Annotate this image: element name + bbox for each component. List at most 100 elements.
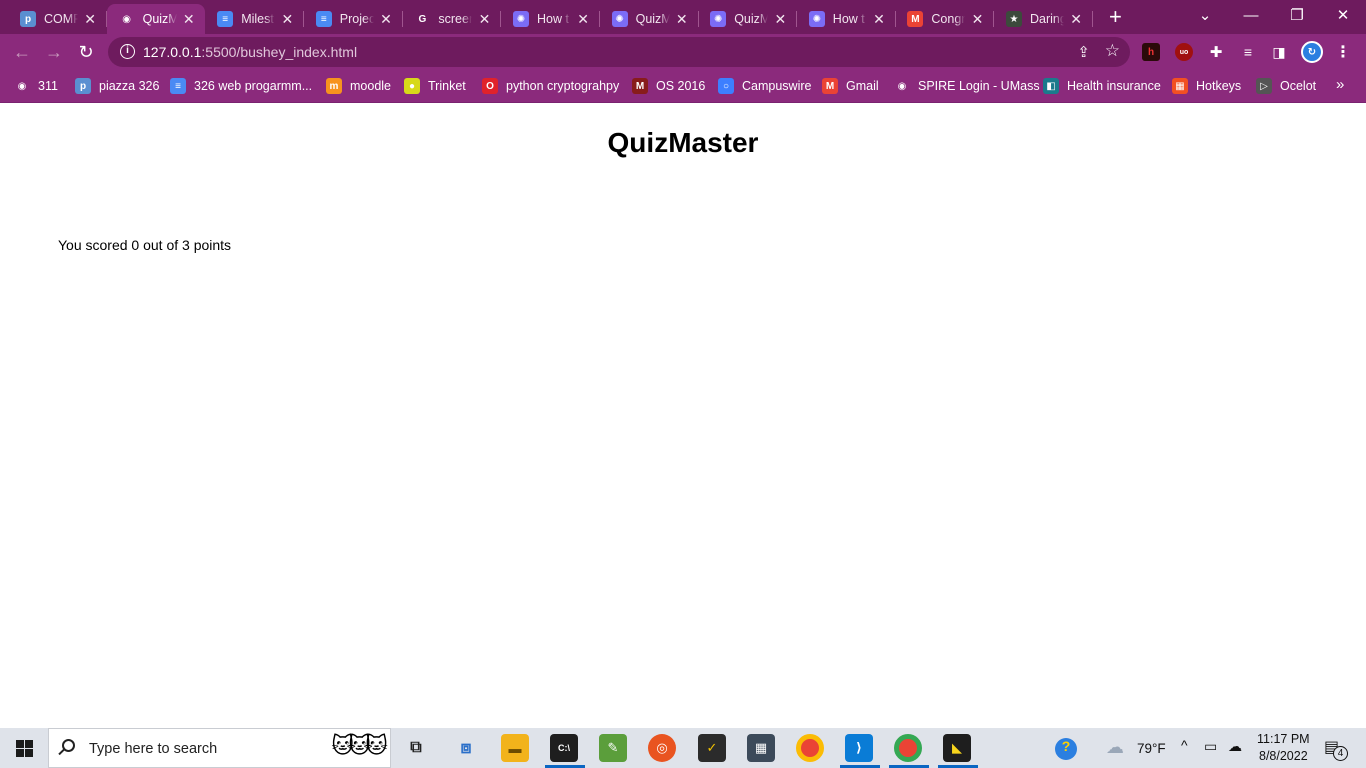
weather-temp[interactable]: 79°F	[1137, 741, 1166, 756]
browser-tab[interactable]: ✺ How t ✕	[797, 4, 896, 34]
onedrive-cloud-icon[interactable]: ☁	[1228, 738, 1242, 755]
maximize-button[interactable]: ❐	[1274, 0, 1320, 30]
browser-tab[interactable]: ✺ QuizM ✕	[600, 4, 699, 34]
tab-title: QuizM	[635, 12, 670, 26]
bookmark-item[interactable]: M Gmail	[822, 77, 879, 95]
bookmarks-overflow-icon[interactable]: »	[1336, 76, 1344, 93]
side-panel-icon[interactable]: ◨	[1270, 43, 1288, 61]
network-app-icon[interactable]: ⧈	[452, 734, 480, 762]
browser-tab[interactable]: ◉ QuizM ✕	[106, 4, 205, 34]
star-badge-icon: ★	[1006, 11, 1022, 27]
tab-title: Milest	[241, 12, 274, 26]
opera-icon: O	[482, 78, 498, 94]
bookmark-item[interactable]: ▦ Hotkeys	[1172, 77, 1241, 95]
close-tab-icon[interactable]: ✕	[380, 11, 392, 27]
browser-tab[interactable]: M Congr ✕	[895, 4, 995, 34]
ublock-extension-icon[interactable]: uo	[1175, 43, 1193, 61]
bookmark-item[interactable]: ◉ SPIRE Login - UMass	[894, 77, 1040, 95]
close-tab-icon[interactable]: ✕	[281, 11, 293, 27]
address-bar[interactable]: i 127.0.0.1:5500/bushey_index.html ⇪ ☆	[108, 37, 1130, 67]
menu-kebab-icon[interactable]: ⋮	[1334, 43, 1352, 61]
url-host: 127.0.0.1	[143, 44, 202, 60]
browser-tab[interactable]: ★ Daring ✕	[994, 4, 1093, 34]
close-tab-icon[interactable]: ✕	[84, 11, 96, 27]
close-tab-icon[interactable]: ✕	[774, 11, 786, 27]
bookmark-star-icon[interactable]: ☆	[1105, 41, 1120, 61]
bookmark-item[interactable]: ○ Campuswire	[718, 77, 811, 95]
chevron-up-icon[interactable]: ^	[1181, 737, 1188, 753]
norton-icon[interactable]: ✓	[698, 734, 726, 762]
profile-avatar[interactable]: ↻	[1301, 41, 1323, 63]
tab-title: QuizM	[142, 12, 177, 26]
forward-button[interactable]: →	[42, 40, 66, 64]
bookmark-item[interactable]: ◧ Health insurance	[1043, 77, 1161, 95]
globe-icon: ◉	[122, 13, 131, 25]
piazza-icon: p	[20, 11, 36, 27]
tab-search-icon[interactable]: ⌄	[1182, 0, 1228, 30]
new-tab-button[interactable]: +	[1109, 6, 1122, 28]
windows-taskbar: Type here to search 🐱🐱🐱 ⧉ ⧈ ▬ C:\ ✎ ◎ ✓ …	[0, 728, 1366, 768]
close-tab-icon[interactable]: ✕	[577, 11, 589, 27]
extensions-puzzle-icon[interactable]: ✚	[1207, 43, 1225, 61]
site-info-icon[interactable]: i	[120, 44, 135, 59]
close-tab-icon[interactable]: ✕	[183, 11, 195, 27]
bookmark-label: Gmail	[846, 79, 879, 93]
windows-start-icon[interactable]	[16, 740, 33, 757]
bookmark-label: moodle	[350, 79, 391, 93]
calculator-icon[interactable]: ▦	[747, 734, 775, 762]
close-window-button[interactable]: ✕	[1320, 0, 1366, 30]
docs-icon: ≡	[170, 78, 186, 94]
browser-tab[interactable]: ≡ Projec ✕	[304, 4, 403, 34]
battery-icon[interactable]: ▭	[1204, 738, 1217, 755]
file-explorer-icon[interactable]: ▬	[501, 734, 529, 762]
task-view-icon[interactable]: ⧉	[402, 734, 430, 762]
score-text: You scored 0 out of 3 points	[58, 237, 232, 253]
vscode-icon[interactable]: ⟩	[845, 734, 873, 762]
help-icon[interactable]: ?	[1055, 738, 1077, 760]
notepad-plus-icon[interactable]: ✎	[599, 734, 627, 762]
browser-tab[interactable]: ✺ QuizM ✕	[698, 4, 798, 34]
browser-toolbar: ← → ↻ i 127.0.0.1:5500/bushey_index.html…	[0, 34, 1366, 70]
bookmark-item[interactable]: ● Trinket	[404, 77, 466, 95]
back-button[interactable]: ←	[10, 40, 34, 64]
close-tab-icon[interactable]: ✕	[873, 11, 885, 27]
piazza-icon: p	[75, 78, 91, 94]
reload-button[interactable]: ↻	[74, 40, 98, 64]
terminal-icon[interactable]: C:\	[550, 734, 578, 762]
reading-list-icon[interactable]: ≡	[1239, 43, 1257, 61]
docs-icon: ≡	[217, 11, 234, 27]
browser-tab[interactable]: Gscreen ✕	[402, 4, 502, 34]
browser-tab[interactable]: p COMP ✕	[8, 4, 107, 34]
bookmark-item[interactable]: ▷ Ocelot	[1256, 77, 1316, 95]
bookmark-item[interactable]: p piazza 326	[75, 77, 159, 95]
bookmark-item[interactable]: ◉ 311	[14, 77, 58, 95]
close-tab-icon[interactable]: ✕	[972, 11, 984, 27]
bookmark-item[interactable]: Opython cryptograhpy	[482, 77, 619, 95]
close-tab-icon[interactable]: ✕	[1070, 11, 1082, 27]
chrome-profile-icon[interactable]	[894, 734, 922, 762]
clock-time[interactable]: 11:17 PM	[1257, 732, 1310, 746]
ubuntu-icon[interactable]: ◎	[648, 734, 676, 762]
honey-extension-icon[interactable]: h	[1142, 43, 1160, 61]
bookmark-item[interactable]: ≡ 326 web progarmm...	[170, 77, 312, 95]
bookmark-item[interactable]: M OS 2016	[632, 77, 705, 95]
share-icon[interactable]: ⇪	[1077, 43, 1090, 61]
tab-divider	[1092, 11, 1093, 27]
tab-title: Projec	[339, 12, 374, 26]
tab-title: Congr	[931, 12, 966, 26]
weather-cloud-icon[interactable]: ☁	[1106, 737, 1124, 758]
campuswire-icon: ○	[718, 78, 734, 94]
chrome-icon[interactable]	[796, 734, 824, 762]
search-highlight-cats-icon[interactable]: 🐱🐱🐱	[331, 733, 388, 759]
bookmark-label: 326 web progarmm...	[194, 79, 313, 93]
taskbar-search-box[interactable]: Type here to search 🐱🐱🐱	[48, 728, 391, 768]
address-url[interactable]: 127.0.0.1:5500/bushey_index.html	[143, 44, 357, 60]
browser-tab[interactable]: ≡ Milest ✕	[205, 4, 305, 34]
bookmark-item[interactable]: m moodle	[326, 77, 391, 95]
browser-tab[interactable]: ✺ How t ✕	[501, 4, 600, 34]
close-tab-icon[interactable]: ✕	[676, 11, 688, 27]
sticky-notes-icon[interactable]: ◣	[943, 734, 971, 762]
minimize-button[interactable]: —	[1228, 0, 1274, 30]
close-tab-icon[interactable]: ✕	[479, 11, 491, 27]
clock-date[interactable]: 8/8/2022	[1259, 749, 1308, 763]
